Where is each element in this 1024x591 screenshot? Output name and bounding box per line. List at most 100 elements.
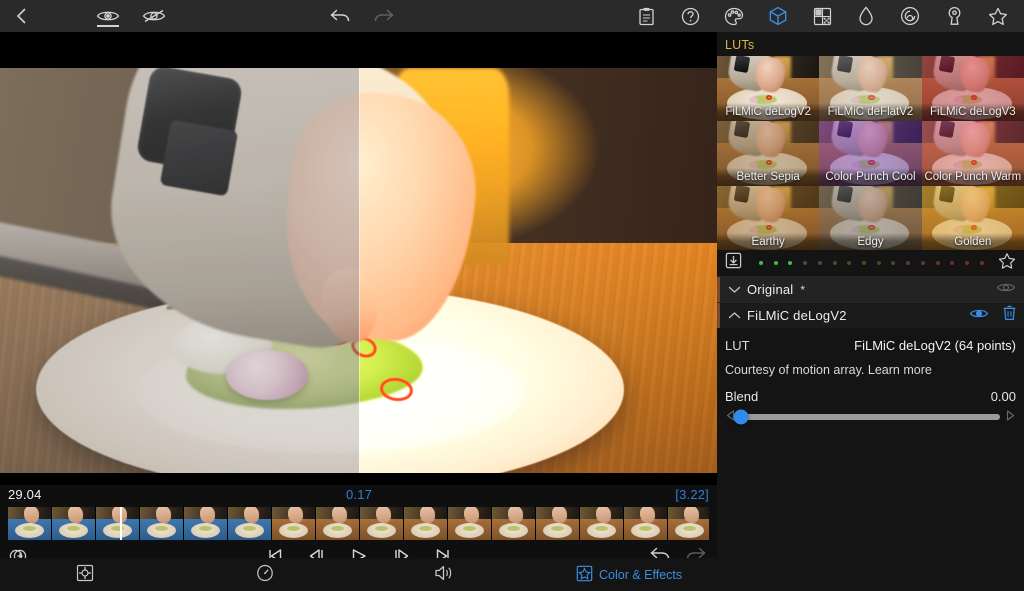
playhead[interactable] (120, 507, 122, 540)
lut-item[interactable]: FiLMiC deLogV2 (717, 56, 819, 121)
volume-button[interactable] (434, 564, 460, 585)
slider-increment-icon[interactable] (1006, 410, 1015, 424)
filmstrip[interactable] (8, 507, 709, 540)
transform-button[interactable] (76, 564, 100, 585)
pager-dot[interactable] (847, 261, 851, 265)
frame-hand (24, 507, 39, 523)
frame-hand (420, 507, 435, 523)
eye-icon[interactable] (86, 0, 130, 32)
filmstrip-frame[interactable] (8, 507, 52, 540)
keyhole-icon[interactable] (932, 0, 976, 32)
filmstrip-frame[interactable] (96, 507, 140, 540)
filmstrip-frame[interactable] (624, 507, 668, 540)
pager-dot[interactable] (921, 261, 925, 265)
chevron-down-icon[interactable] (721, 285, 747, 294)
frame-hand (156, 507, 171, 523)
filmstrip-frame[interactable] (448, 507, 492, 540)
filmstrip-frame[interactable] (580, 507, 624, 540)
filmstrip-frame[interactable] (360, 507, 404, 540)
lut-details: LUT FiLMiC deLogV2 (64 points) Courtesy … (717, 328, 1024, 424)
cube-icon[interactable] (756, 0, 800, 32)
filmstrip-frame[interactable] (184, 507, 228, 540)
toolbar-tools-group (624, 0, 1020, 32)
blend-label: Blend (725, 389, 758, 404)
lut-item[interactable]: Color Punch Warm (922, 121, 1024, 186)
lut-item[interactable]: Golden (922, 186, 1024, 250)
delete-layer-icon[interactable] (1003, 305, 1016, 326)
filmstrip-frame[interactable] (140, 507, 184, 540)
frame-hand (640, 507, 655, 523)
pager-dot[interactable] (862, 261, 866, 265)
lut-item[interactable]: FiLMiC deFlatV2 (819, 56, 921, 121)
pager-dot[interactable] (788, 261, 792, 265)
pager-dot[interactable] (774, 261, 778, 265)
back-chevron-icon[interactable] (0, 0, 44, 32)
eye-dim-icon[interactable] (996, 281, 1016, 299)
blend-row: Blend 0.00 (725, 389, 1016, 404)
frame-hand (508, 507, 523, 523)
lut-item[interactable]: Color Punch Cool (819, 121, 921, 186)
lut-item[interactable]: Earthy (717, 186, 819, 250)
video-frame[interactable] (0, 68, 717, 485)
filmstrip-frame[interactable] (316, 507, 360, 540)
droplet-icon[interactable] (844, 0, 888, 32)
luts-panel: LUTs FiLMiC deLogV2 FiLMiC deFlatV2 FiLM… (717, 32, 1024, 591)
speed-button[interactable] (256, 564, 280, 585)
learn-more-link[interactable]: Learn more (868, 363, 932, 377)
filmstrip-frame[interactable] (272, 507, 316, 540)
pager-dot[interactable] (818, 261, 822, 265)
top-toolbar (0, 0, 1024, 32)
blend-slider-thumb[interactable] (734, 410, 749, 425)
lut-item[interactable]: Edgy (819, 186, 921, 250)
blend-slider-row[interactable] (725, 410, 1016, 424)
pager-dot[interactable] (759, 261, 763, 265)
pager-dot[interactable] (803, 261, 807, 265)
filmstrip-frame[interactable] (668, 507, 709, 540)
spiral-icon[interactable] (888, 0, 932, 32)
undo-icon[interactable] (318, 0, 362, 32)
pager-dot[interactable] (833, 261, 837, 265)
color-effects-label: Color & Effects (599, 568, 682, 582)
blend-slider-track[interactable] (741, 414, 1000, 420)
checkerboard-icon[interactable] (800, 0, 844, 32)
color-effects-button[interactable]: Color & Effects (576, 565, 682, 585)
filmstrip-frame[interactable] (52, 507, 96, 540)
lut-grid[interactable]: FiLMiC deLogV2 FiLMiC deFlatV2 FiLMiC de… (717, 56, 1024, 250)
timeline-current-time: 0.17 (346, 487, 372, 502)
volume-icon (434, 564, 454, 585)
pager-dot[interactable] (877, 261, 881, 265)
speed-gauge-icon (256, 564, 274, 585)
lut-detail-row: LUT FiLMiC deLogV2 (64 points) (725, 338, 1016, 353)
palette-icon[interactable] (712, 0, 756, 32)
pager-dots[interactable] (759, 261, 984, 265)
lut-item[interactable]: FiLMiC deLogV3 (922, 56, 1024, 121)
filmstrip-frame[interactable] (492, 507, 536, 540)
chevron-up-icon[interactable] (721, 311, 747, 320)
eye-slash-icon[interactable] (132, 0, 176, 32)
pager-dot[interactable] (936, 261, 940, 265)
lut-label: Edgy (819, 233, 921, 250)
filmstrip-frame[interactable] (536, 507, 580, 540)
layer-row-original[interactable]: Original * (717, 276, 1024, 302)
pager-dot[interactable] (891, 261, 895, 265)
star-outline-icon[interactable] (998, 252, 1016, 275)
lut-key-label: LUT (725, 338, 750, 353)
lut-thumb-chili (971, 225, 977, 230)
pager-dot[interactable] (980, 261, 984, 265)
layer-row-lut[interactable]: FiLMiC deLogV2 (717, 302, 1024, 328)
lut-thumb-watch (836, 121, 853, 138)
filmstrip-frame[interactable] (404, 507, 448, 540)
video-preview-stage[interactable] (0, 32, 717, 485)
help-icon[interactable] (668, 0, 712, 32)
star-icon[interactable] (976, 0, 1020, 32)
filmstrip-frame[interactable] (228, 507, 272, 540)
lut-item[interactable]: Better Sepia (717, 121, 819, 186)
pager-dot[interactable] (950, 261, 954, 265)
eye-blue-icon[interactable] (969, 307, 989, 325)
download-icon[interactable] (725, 252, 742, 274)
timeline-start-time: 29.04 (8, 487, 42, 502)
pager-dot[interactable] (965, 261, 969, 265)
clipboard-icon[interactable] (624, 0, 668, 32)
redo-icon[interactable] (362, 0, 406, 32)
pager-dot[interactable] (906, 261, 910, 265)
